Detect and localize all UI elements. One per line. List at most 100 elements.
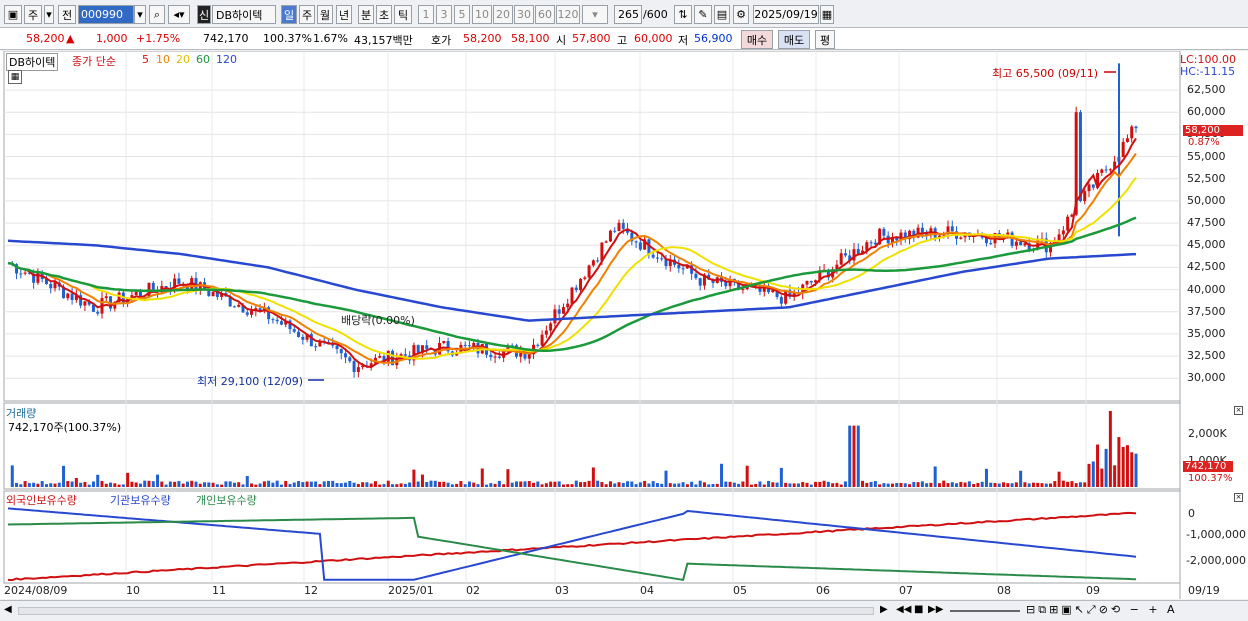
minute-1-button[interactable]: 1	[418, 5, 434, 24]
candle-body	[1104, 169, 1108, 171]
candle-body	[211, 291, 215, 297]
speaker-icon[interactable]: ◂▾	[168, 5, 190, 24]
volume-close-icon[interactable]: ×	[1234, 406, 1243, 415]
candle-body	[613, 230, 617, 232]
tool-icons[interactable]: ⊟⧉⊞▣↖⤢⊘⟲ − + A	[1026, 603, 1178, 617]
holding-close-icon[interactable]: ×	[1234, 493, 1243, 502]
buy-button[interactable]: 매수	[741, 30, 773, 49]
count-input[interactable]: 265	[614, 5, 642, 24]
volume-bar	[980, 481, 984, 487]
volume-bar	[314, 481, 318, 487]
volume-bar	[737, 483, 741, 487]
horizontal-scrollbar[interactable]	[18, 607, 874, 615]
minute-3-button[interactable]: 3	[436, 5, 452, 24]
ma-20-line	[7, 176, 1137, 360]
period-main-button[interactable]: 주	[24, 5, 42, 24]
minute-120-button[interactable]: 120	[556, 5, 580, 24]
candle-body	[570, 287, 574, 304]
period-month-button[interactable]: 월	[317, 5, 333, 24]
date-input[interactable]: 2025/09/19	[753, 5, 819, 24]
volume-bar	[779, 467, 783, 487]
period-week-button[interactable]: 주	[299, 5, 315, 24]
volume-bar	[707, 484, 711, 487]
calendar-icon[interactable]: ▦	[820, 5, 834, 24]
volume-bar	[561, 484, 565, 487]
stock-name-field[interactable]: DB하이텍	[212, 5, 276, 24]
ma-10-line	[7, 152, 1137, 365]
candle-body	[177, 278, 181, 284]
volume-bar	[62, 465, 66, 487]
gear-icon[interactable]: ⚙	[733, 5, 749, 24]
volume-bar	[485, 484, 489, 487]
volume-bar	[544, 483, 548, 487]
volume-bar	[788, 483, 792, 487]
volume-bar	[87, 484, 91, 487]
chart-mode-icon[interactable]: ⇅	[674, 5, 692, 24]
period-minute-button[interactable]: 분	[358, 5, 374, 24]
layout-icon[interactable]: ▣	[4, 5, 22, 24]
volume-bar	[942, 480, 946, 487]
minute-20-button[interactable]: 20	[493, 5, 513, 24]
minute-60-button[interactable]: 60	[535, 5, 555, 24]
candle-body	[232, 306, 236, 308]
candle-body	[561, 307, 565, 314]
candle-body	[882, 228, 886, 236]
table-icon[interactable]: ▦	[8, 70, 22, 84]
volume-bar	[754, 483, 758, 487]
sell-button[interactable]: 매도	[778, 30, 810, 49]
fast-forward-icon[interactable]: ▶▶	[928, 604, 943, 615]
zoom-slider[interactable]	[950, 610, 1020, 612]
stock-code-input[interactable]: 000990	[78, 5, 134, 24]
rewind-icon[interactable]: ◀◀	[896, 604, 911, 615]
save-icon[interactable]: ▤	[714, 5, 730, 24]
eval-button[interactable]: 평	[815, 30, 835, 49]
volume-bar	[822, 480, 826, 487]
volume-bar	[1066, 481, 1070, 487]
minute-5-button[interactable]: 5	[454, 5, 470, 24]
candle-body	[19, 273, 23, 275]
volume-bar	[27, 483, 31, 487]
code-dropdown-icon[interactable]: ▾	[134, 5, 146, 24]
volume-bar	[215, 484, 219, 487]
candle-body	[574, 287, 578, 291]
volume-bar	[557, 481, 561, 487]
draw-icon[interactable]: ✎	[694, 5, 712, 24]
scroll-right-icon[interactable]: ▶	[880, 604, 888, 615]
volume-bar	[198, 483, 202, 487]
volume-bar	[318, 484, 322, 487]
jeon-button[interactable]: 전	[58, 5, 76, 24]
sin-badge: 신	[197, 5, 211, 24]
stop-icon[interactable]: ■	[914, 604, 923, 615]
volume-bar	[305, 481, 309, 487]
candle-body	[1130, 126, 1134, 139]
period-day-button[interactable]: 일	[281, 5, 297, 24]
period-tick-button[interactable]: 틱	[394, 5, 412, 24]
period-second-button[interactable]: 초	[376, 5, 392, 24]
volume-bar	[36, 483, 40, 487]
volume-bar	[1053, 481, 1057, 487]
chart-canvas[interactable]	[0, 51, 1248, 599]
volume-bar	[66, 481, 70, 487]
volume-bar	[831, 483, 835, 487]
bottom-scroll-bar: ◀ ▶ ◀◀ ■ ▶▶ ⊟⧉⊞▣↖⤢⊘⟲ − + A	[0, 600, 1248, 621]
minute-30-button[interactable]: 30	[514, 5, 534, 24]
candle-body	[489, 354, 493, 358]
minute-dropdown-icon[interactable]: ▾	[582, 5, 608, 24]
volume-bar	[232, 482, 236, 487]
toolbar: ▣ 주 ▾ 전 000990 ▾ ⌕ ◂▾ 신 DB하이텍 일 주 월 년 분 …	[0, 0, 1248, 28]
volume-bar	[638, 482, 642, 487]
xaxis-label-4: 2025/01	[388, 584, 434, 597]
volume-bar	[784, 482, 788, 487]
candle-body	[681, 268, 685, 270]
volume-bar	[344, 482, 348, 487]
scroll-left-icon[interactable]: ◀	[4, 604, 12, 615]
volume-bar	[459, 481, 463, 487]
period-year-button[interactable]: 년	[336, 5, 352, 24]
candle-body	[566, 303, 570, 308]
volume-bar	[425, 482, 429, 487]
chevron-down-icon[interactable]: ▾	[44, 5, 54, 24]
volume-bar	[262, 481, 266, 487]
volume-bar	[673, 483, 677, 487]
search-icon[interactable]: ⌕	[149, 5, 165, 24]
minute-10-button[interactable]: 10	[472, 5, 492, 24]
